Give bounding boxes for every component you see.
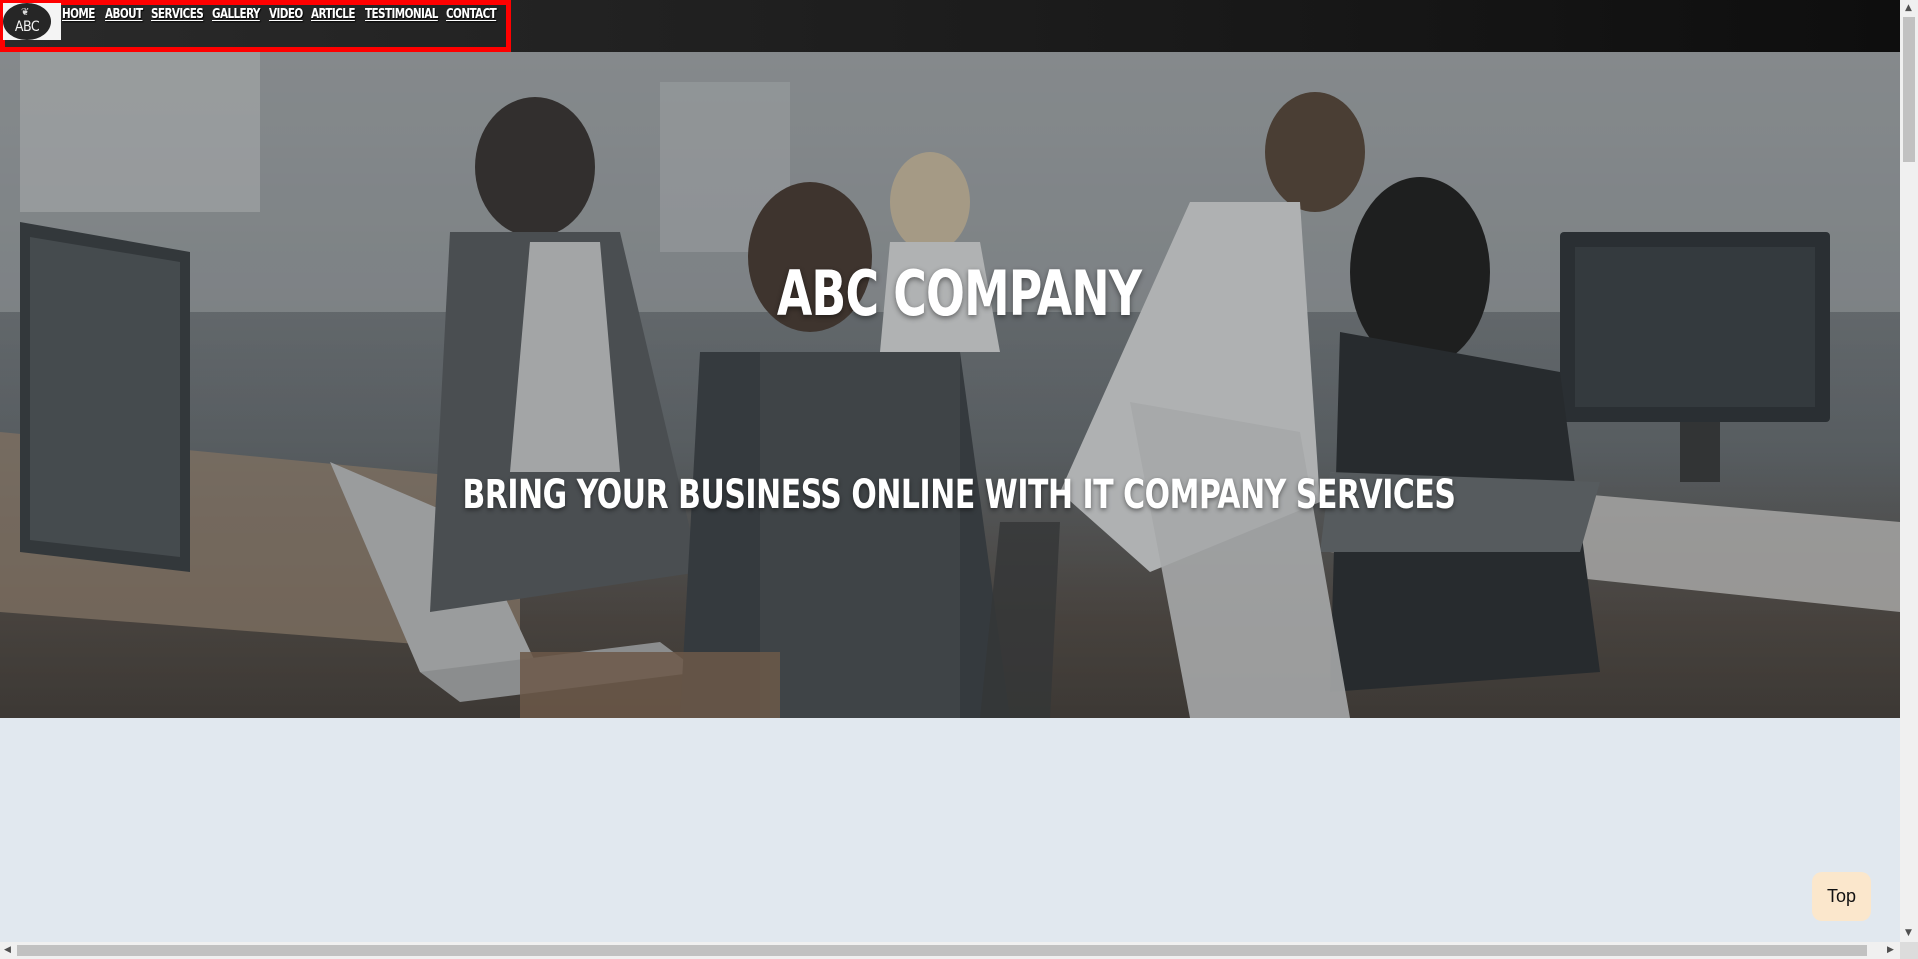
leaf-icon: ❦ (21, 7, 30, 18)
hero-banner: ABC COMPANY BRING YOUR BUSINESS ONLINE W… (0, 52, 1900, 718)
nav-about[interactable]: ABOUT (105, 6, 143, 22)
back-to-top-button[interactable]: Top (1812, 872, 1871, 921)
vertical-scroll-thumb[interactable] (1903, 17, 1915, 162)
scrollbar-corner (1900, 942, 1918, 959)
logo-badge: ❦ ABC (3, 3, 51, 40)
horizontal-scroll-thumb[interactable] (17, 945, 1867, 956)
office-team-photo (0, 52, 1900, 718)
vertical-scrollbar[interactable]: ▲ ▼ (1900, 0, 1918, 942)
nav-home[interactable]: HOME (62, 6, 95, 22)
nav-article[interactable]: ARTICLE (311, 6, 355, 22)
logo[interactable]: ❦ ABC (3, 3, 61, 40)
nav-contact[interactable]: CONTACT (446, 6, 497, 22)
page: ❦ ABC HOME ABOUT SERVICES GALLERY VIDEO … (0, 0, 1900, 942)
scroll-down-icon[interactable]: ▼ (1905, 929, 1912, 938)
scroll-up-icon[interactable]: ▲ (1905, 4, 1912, 13)
scroll-left-icon[interactable]: ◀ (4, 946, 11, 955)
hero-title: ABC COMPANY (776, 257, 1142, 330)
nav-testimonial[interactable]: TESTIMONIAL (365, 6, 438, 22)
nav-gallery[interactable]: GALLERY (212, 6, 260, 22)
logo-text: ABC (14, 19, 40, 35)
scroll-right-icon[interactable]: ▶ (1887, 946, 1894, 955)
top-navigation-bar: ❦ ABC HOME ABOUT SERVICES GALLERY VIDEO … (0, 0, 1900, 52)
main-nav: HOME ABOUT SERVICES GALLERY VIDEO ARTICL… (62, 5, 501, 29)
nav-services[interactable]: SERVICES (151, 6, 204, 22)
nav-video[interactable]: VIDEO (269, 6, 303, 22)
horizontal-scrollbar[interactable]: ◀ ▶ (0, 942, 1900, 959)
hero-subtitle: BRING YOUR BUSINESS ONLINE WITH IT COMPA… (462, 472, 1456, 518)
